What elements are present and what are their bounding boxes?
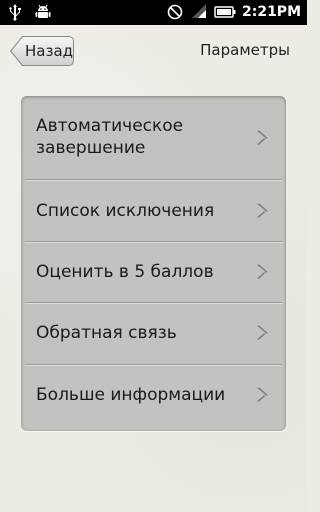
chevron-right-icon xyxy=(257,130,268,147)
chevron-right-icon xyxy=(257,203,268,220)
chevron-right-icon xyxy=(257,264,268,281)
back-button[interactable]: Назад xyxy=(10,36,74,66)
menu-item-more-info[interactable]: Больше информации xyxy=(21,366,286,431)
no-signal-icon xyxy=(167,4,183,20)
status-bar: 2:21PM xyxy=(0,0,307,25)
back-button-label: Назад xyxy=(25,42,74,60)
settings-page: Назад Параметры Автоматическое завершени… xyxy=(0,25,307,512)
menu-item-label: Автоматическое завершение xyxy=(36,116,184,158)
menu-item-rate-app[interactable]: Оценить в 5 баллов xyxy=(21,243,286,303)
menu-item-feedback[interactable]: Обратная связь xyxy=(21,304,286,364)
menu-item-label: Оценить в 5 баллов xyxy=(36,262,214,282)
chevron-right-icon xyxy=(257,387,268,404)
wifi-icon xyxy=(191,4,206,18)
usb-icon xyxy=(9,4,21,21)
settings-list: Автоматическое завершение Список исключе… xyxy=(21,96,286,431)
toolbar: Назад Параметры xyxy=(0,25,307,75)
menu-item-label: Обратная связь xyxy=(36,323,177,343)
menu-item-label: Больше информации xyxy=(36,385,226,405)
menu-item-auto-complete[interactable]: Автоматическое завершение xyxy=(21,96,286,179)
clock: 2:21PM xyxy=(241,4,301,20)
menu-item-exclusion-list[interactable]: Список исключения xyxy=(21,181,286,241)
page-title: Параметры xyxy=(200,41,290,59)
chevron-right-icon xyxy=(257,325,268,342)
battery-icon xyxy=(214,6,236,18)
android-debug-icon xyxy=(35,4,51,18)
menu-item-label: Список исключения xyxy=(36,201,215,221)
